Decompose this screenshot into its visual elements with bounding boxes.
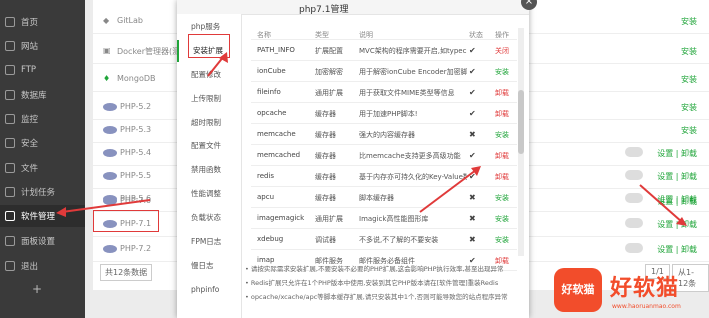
- arrow-to-settings: [639, 184, 683, 223]
- logo-text: 好软猫: [610, 276, 680, 301]
- logo-badge: 好软猫: [554, 268, 602, 312]
- arrow-to-software: [61, 199, 151, 213]
- arrow-to-redis: [419, 169, 477, 213]
- arrow-head: [471, 166, 481, 176]
- watermark-logo: 好软猫 好软猫 www.haoruanmao.com: [548, 262, 708, 318]
- arrow-head: [56, 207, 66, 217]
- logo-url: www.haoruanmao.com: [612, 303, 681, 310]
